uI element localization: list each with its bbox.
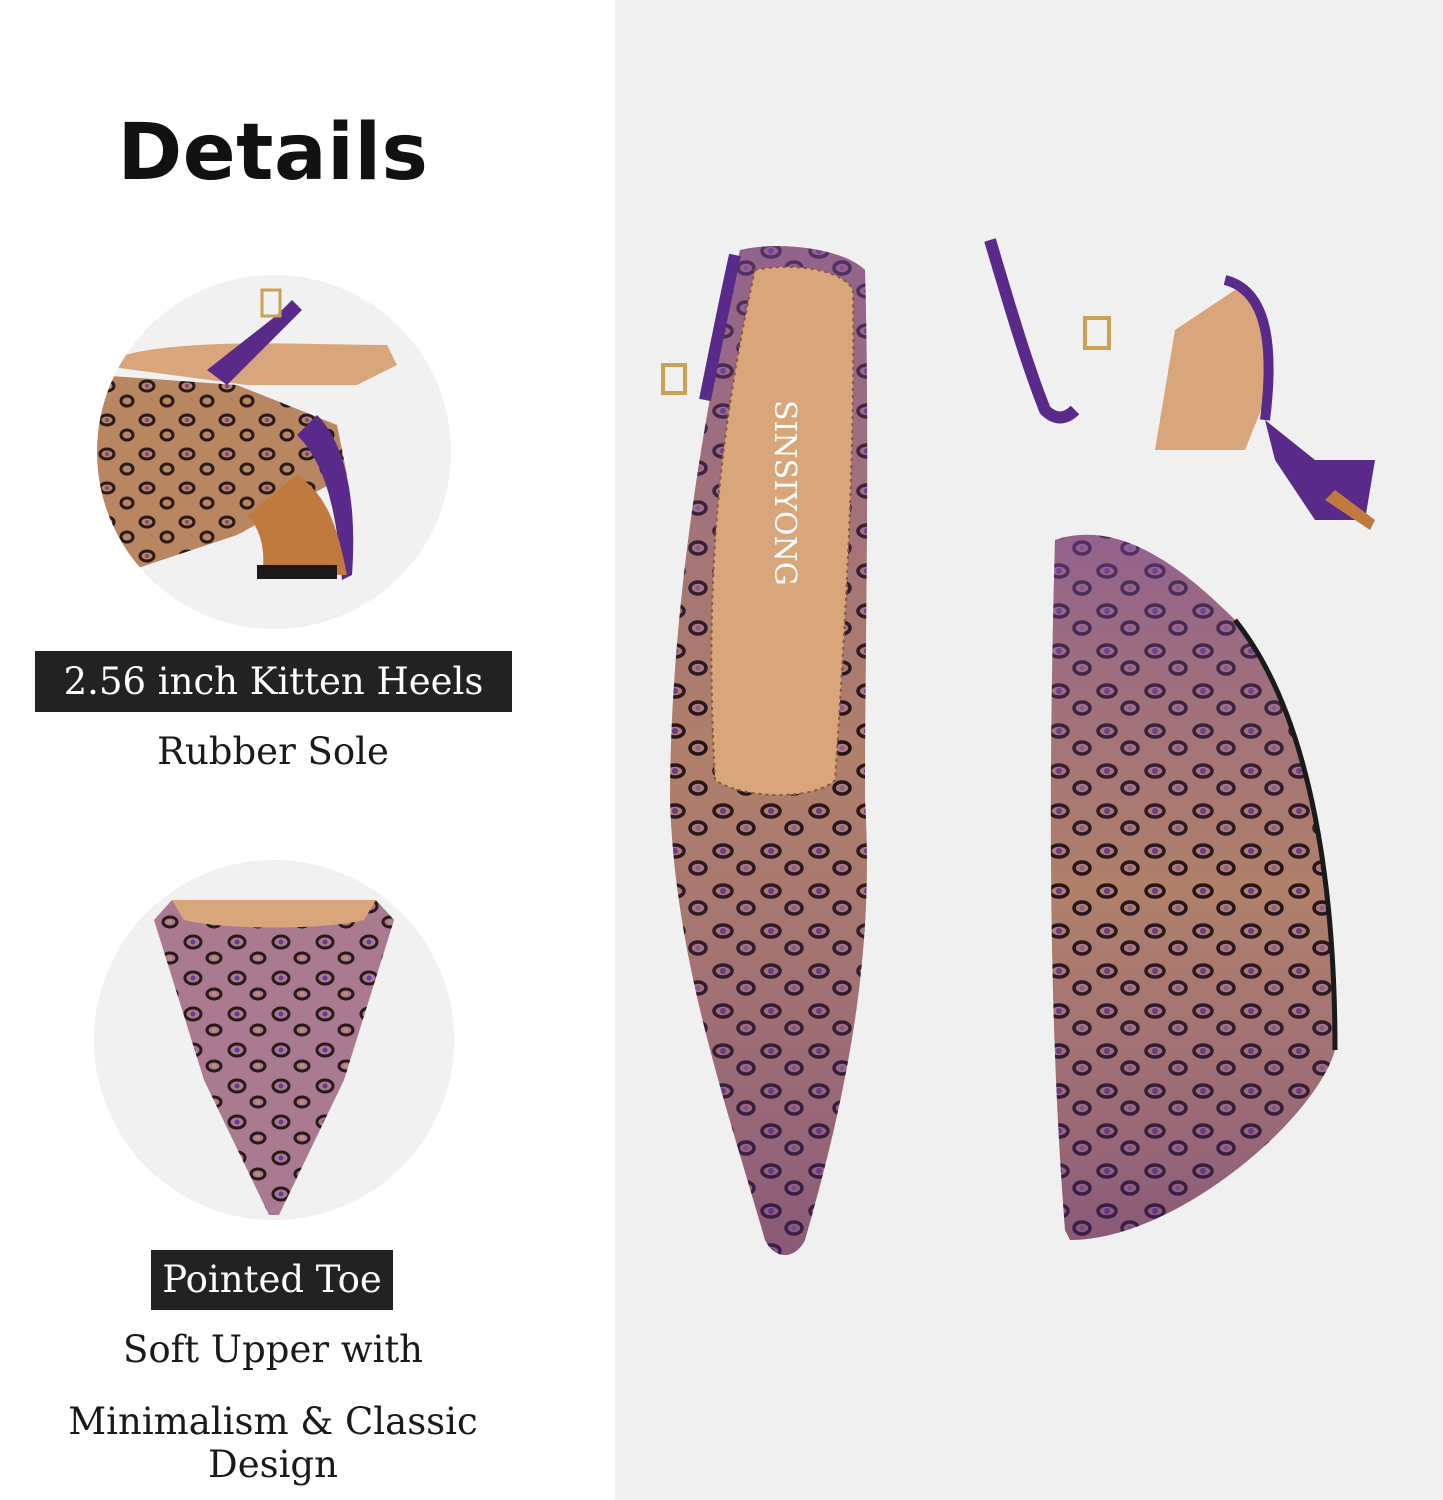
left-shoe: SINSIYONG <box>661 246 868 1255</box>
toe-illustration <box>94 860 454 1220</box>
kitten-heels-label: 2.56 inch Kitten Heels <box>35 651 512 712</box>
insole-brand-text: SINSIYONG <box>767 400 802 586</box>
right-shoe <box>984 238 1375 1240</box>
shoes-photo: SINSIYONG <box>661 238 1375 1255</box>
soft-upper-text: Soft Upper with <box>122 1328 424 1371</box>
pointed-toe-label: Pointed Toe <box>151 1250 393 1310</box>
heel-detail-image <box>97 275 451 629</box>
minimalism-design-text: Minimalism & Classic Design <box>68 1400 478 1486</box>
rubber-sole-text: Rubber Sole <box>157 730 389 773</box>
heel-illustration <box>97 275 451 629</box>
toe-detail-image <box>94 860 454 1220</box>
page-title: Details <box>117 108 429 198</box>
